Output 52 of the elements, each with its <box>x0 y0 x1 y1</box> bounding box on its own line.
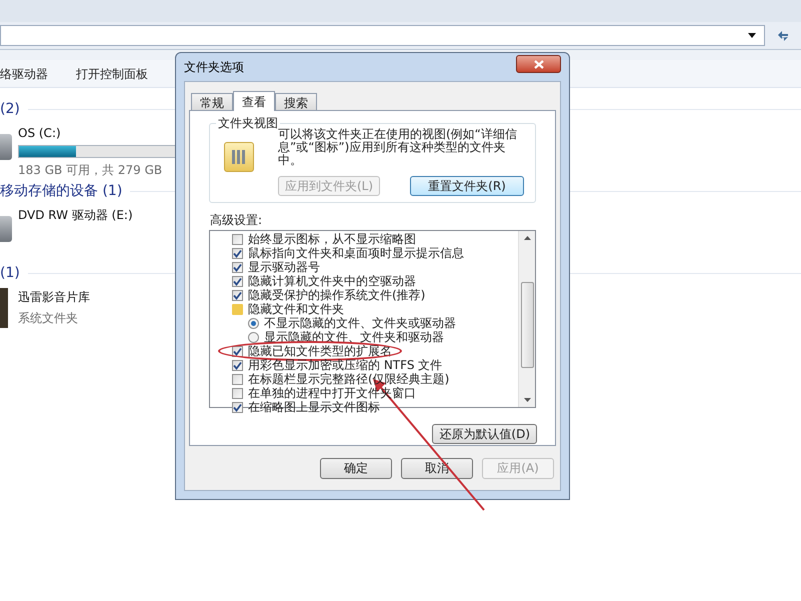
scroll-up-icon <box>524 236 530 240</box>
toolbar-button[interactable]: 络驱动器 <box>0 64 48 82</box>
section-label: 高级设置: <box>210 213 264 227</box>
item-detail: 183 GB 可用，共 279 GB <box>18 162 164 179</box>
description-text: 可以将该文件夹正在使用的视图(例如“详细信息”或“图标”)应用到所有这种类型的文件夹中。 <box>278 128 518 167</box>
action-button[interactable]: 重置文件夹(R) <box>410 176 524 196</box>
checkbox[interactable] <box>232 248 243 258</box>
checkbox[interactable] <box>232 374 243 384</box>
toolbar-button[interactable]: 打开控制面板 <box>76 64 148 82</box>
group-header: (1) <box>0 264 20 282</box>
checkbox[interactable] <box>232 290 243 300</box>
scrollbar[interactable] <box>518 231 535 407</box>
setting-label: 用彩色显示加密或压缩的 NTFS 文件 <box>248 358 442 372</box>
group-header: (2) <box>0 100 20 118</box>
tab[interactable]: 搜索 <box>275 93 317 110</box>
disc-drive-icon <box>0 216 12 242</box>
drive-icon <box>0 134 12 160</box>
close-button[interactable] <box>516 55 561 73</box>
window-title: 文件夹选项 <box>184 59 244 76</box>
tab[interactable]: 查看 <box>233 91 275 111</box>
checkbox[interactable] <box>232 402 243 412</box>
folder-icon <box>232 304 243 314</box>
library-icon <box>0 288 8 328</box>
radio-button[interactable] <box>248 318 259 328</box>
checkbox[interactable] <box>232 346 243 356</box>
tab[interactable]: 常规 <box>191 93 233 110</box>
radio-button[interactable] <box>248 332 259 342</box>
item-detail: 系统文件夹 <box>18 310 79 327</box>
scroll-down-icon <box>524 398 530 402</box>
refresh-icon[interactable] <box>776 28 790 42</box>
group-header: 移动存储的设备 (1) <box>0 182 122 200</box>
setting-label: 鼠标指向文件夹和桌面项时显示提示信息 <box>248 246 464 260</box>
item-name[interactable]: 迅雷影音片库 <box>18 288 90 306</box>
folder-view-icon <box>224 142 254 172</box>
checkbox[interactable] <box>232 388 243 398</box>
dialog-button[interactable]: 确定 <box>320 458 392 478</box>
close-icon <box>534 60 544 68</box>
checkbox[interactable] <box>232 276 243 286</box>
item-name[interactable]: DVD RW 驱动器 (E:) <box>18 206 133 224</box>
dropdown-icon <box>748 33 756 38</box>
setting-label: 不显示隐藏的文件、文件夹或驱动器 <box>264 316 456 330</box>
group-legend: 文件夹视图 <box>216 116 280 130</box>
restore-defaults-button[interactable]: 还原为默认值(D) <box>432 424 537 444</box>
checkbox[interactable] <box>232 234 243 244</box>
setting-label: 显示驱动器号 <box>248 260 320 274</box>
setting-label: 隐藏计算机文件夹中的空驱动器 <box>248 274 416 288</box>
checkbox[interactable] <box>232 262 243 272</box>
checkbox[interactable] <box>232 360 243 370</box>
setting-label: 隐藏受保护的操作系统文件(推荐) <box>248 288 426 302</box>
setting-label: 隐藏文件和文件夹 <box>248 302 344 316</box>
setting-label: 始终显示图标，从不显示缩略图 <box>248 232 416 246</box>
item-name[interactable]: OS (C:) <box>18 124 178 142</box>
